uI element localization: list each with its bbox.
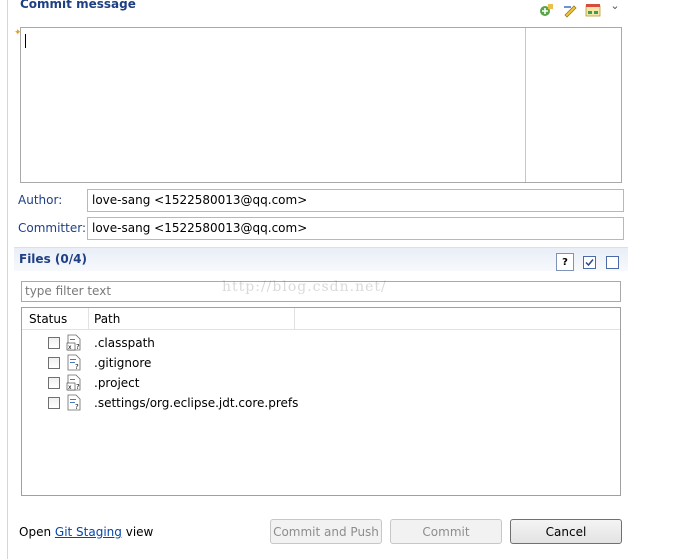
file-path: .gitignore: [94, 356, 152, 370]
commit-message-input[interactable]: [20, 27, 622, 183]
untracked-file-icon: ?: [562, 256, 568, 268]
svg-text:?: ?: [75, 363, 79, 371]
left-border: [7, 0, 8, 559]
chevron-down-icon[interactable]: ⌄: [607, 0, 623, 13]
files-table: Status Path x? .classpath ? .gitignore x…: [21, 307, 621, 496]
cancel-button[interactable]: Cancel: [510, 519, 622, 544]
files-title: Files (0/4): [19, 252, 87, 266]
table-row[interactable]: ? .settings/org.eclipse.jdt.core.prefs: [22, 393, 620, 413]
author-label: Author:: [18, 193, 63, 207]
file-checkbox[interactable]: [48, 357, 60, 369]
svg-text:?: ?: [76, 343, 80, 351]
git-staging-link[interactable]: Git Staging: [55, 525, 122, 539]
add-signed-off-icon[interactable]: [538, 2, 554, 18]
column-separator: [294, 308, 295, 330]
file-checkbox[interactable]: [48, 337, 60, 349]
file-checkbox[interactable]: [48, 377, 60, 389]
file-path: .project: [94, 376, 140, 390]
footer-prefix: Open: [19, 525, 52, 539]
signed-off-icon[interactable]: [585, 2, 601, 18]
file-path: .settings/org.eclipse.jdt.core.prefs: [94, 396, 299, 410]
amend-icon[interactable]: [562, 2, 578, 18]
table-row[interactable]: ? .gitignore: [22, 353, 620, 373]
svg-text:?: ?: [75, 403, 79, 411]
svg-text:x: x: [68, 344, 72, 351]
committer-label: Committer:: [18, 221, 86, 235]
footer-text: Open Git Staging view: [19, 525, 153, 539]
deselect-all-button[interactable]: [603, 253, 621, 271]
text-caret: [25, 34, 26, 48]
files-section-header: [14, 247, 628, 271]
files-table-header: Status Path: [22, 308, 620, 330]
watermark: http://blog.csdn.net/: [222, 279, 387, 295]
checkbox-empty-icon: [605, 255, 619, 269]
commit-and-push-button[interactable]: Commit and Push: [270, 519, 382, 544]
xml-file-icon: x?: [66, 334, 81, 351]
committer-field[interactable]: love-sang <1522580013@qq.com>: [87, 217, 624, 240]
file-checkbox[interactable]: [48, 397, 60, 409]
footer-suffix: view: [125, 525, 154, 539]
status-column-header[interactable]: Status: [29, 312, 67, 326]
select-all-button[interactable]: [580, 253, 598, 271]
margin-ruler: [525, 28, 526, 182]
commit-button[interactable]: Commit: [390, 519, 502, 544]
path-column-header[interactable]: Path: [94, 312, 120, 326]
text-file-icon: ?: [67, 354, 81, 371]
svg-text:x: x: [68, 384, 72, 391]
show-untracked-button[interactable]: ?: [556, 253, 574, 271]
commit-message-title: Commit message: [20, 0, 136, 11]
checkbox-checked-icon: [582, 255, 596, 269]
column-separator: [88, 308, 89, 330]
table-row[interactable]: x? .project: [22, 373, 620, 393]
file-path: .classpath: [94, 336, 155, 350]
author-field[interactable]: love-sang <1522580013@qq.com>: [87, 189, 624, 212]
text-file-icon: ?: [67, 394, 81, 411]
xml-file-icon: x?: [66, 374, 81, 391]
table-row[interactable]: x? .classpath: [22, 333, 620, 353]
svg-text:?: ?: [76, 383, 80, 391]
